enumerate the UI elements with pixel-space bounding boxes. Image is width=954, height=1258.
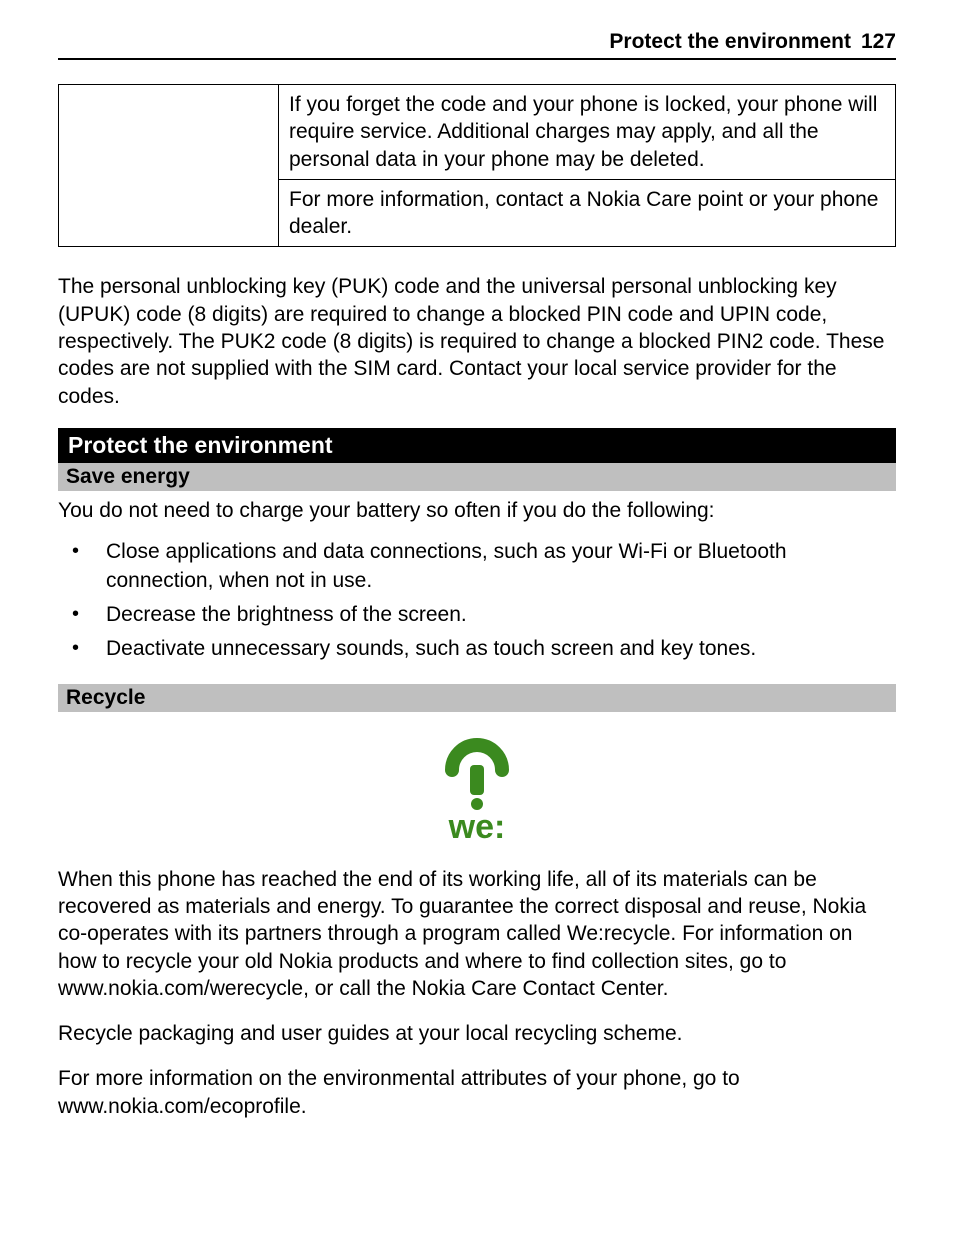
table-cell-more-info: For more information, contact a Nokia Ca… [279,179,896,247]
recycle-paragraph-2: Recycle packaging and user guides at you… [58,1020,896,1047]
puk-paragraph: The personal unblocking key (PUK) code a… [58,273,896,409]
svg-text:we:: we: [448,808,506,842]
code-info-table: If you forget the code and your phone is… [58,84,896,247]
header-title: Protect the environment [609,30,851,54]
energy-tips-list: Close applications and data connections,… [58,538,896,663]
table-left-cell [59,85,279,247]
list-item: Decrease the brightness of the screen. [58,601,896,629]
header-page-number: 127 [861,30,896,54]
we-recycle-logo: we: [58,732,896,848]
recycle-paragraph-3: For more information on the environmenta… [58,1065,896,1120]
section-heading-protect: Protect the environment [58,428,896,463]
section-heading-recycle: Recycle [58,684,896,712]
save-energy-intro: You do not need to charge your battery s… [58,497,896,524]
table-cell-forget-code: If you forget the code and your phone is… [279,85,896,180]
list-item: Close applications and data connections,… [58,538,896,595]
section-heading-save-energy: Save energy [58,463,896,491]
list-item: Deactivate unnecessary sounds, such as t… [58,635,896,663]
recycle-paragraph-1: When this phone has reached the end of i… [58,866,896,1002]
page-header: Protect the environment 127 [58,30,896,60]
recycle-icon: we: [427,732,527,842]
